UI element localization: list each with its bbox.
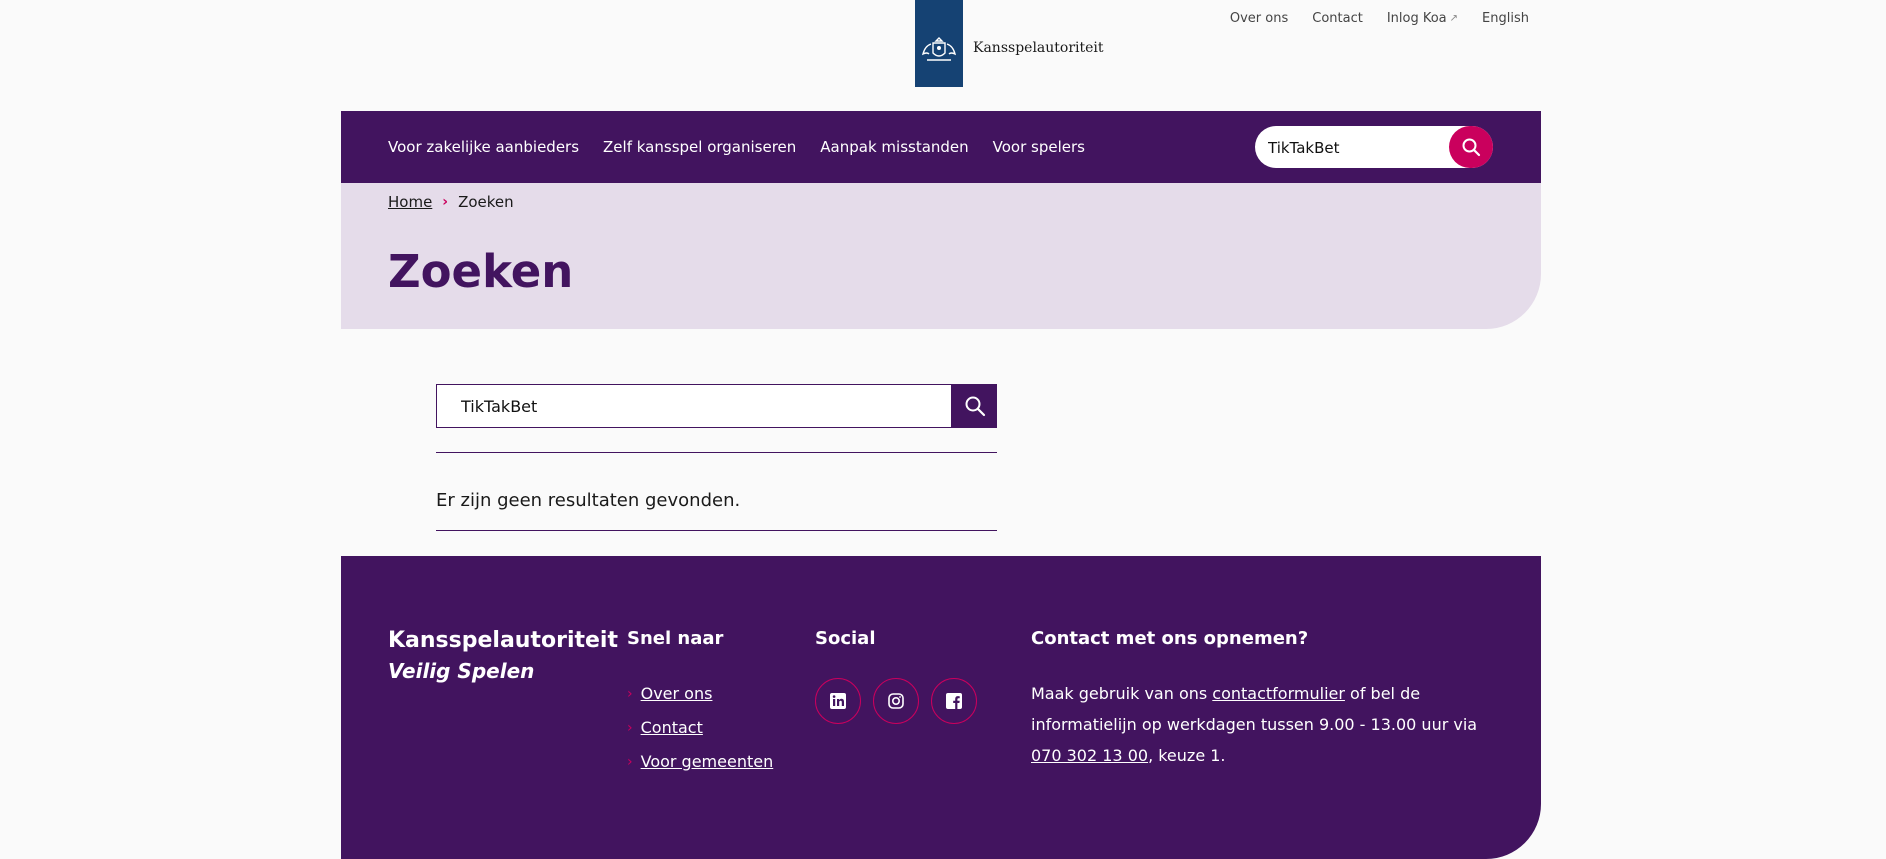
breadcrumb-current: Zoeken (458, 193, 514, 211)
footer-contact-text: Maak gebruik van ons contactformulier of… (1031, 678, 1511, 771)
list-item: › Over ons (627, 684, 773, 703)
footer-link-over-ons[interactable]: Over ons (641, 684, 713, 703)
facebook-link[interactable] (931, 678, 977, 724)
social-links (815, 678, 977, 724)
nav-item-zelf-kansspel[interactable]: Zelf kansspel organiseren (603, 138, 796, 156)
service-link-over-ons[interactable]: Over ons (1230, 11, 1288, 26)
footer-link-voor-gemeenten[interactable]: Voor gemeenten (641, 752, 774, 771)
logo[interactable] (915, 0, 963, 87)
service-link-inlog-koa[interactable]: Inlog Koa ↗ (1387, 11, 1458, 26)
page-title: Zoeken (388, 245, 574, 298)
footer-contact-title: Contact met ons opnemen? (1031, 628, 1309, 649)
contact-form-link[interactable]: contactformulier (1212, 684, 1345, 703)
inlog-koa-label: Inlog Koa (1386, 11, 1447, 26)
coat-of-arms-icon (921, 37, 957, 61)
footer-brand-name: Kansspelautoriteit (388, 628, 618, 653)
search-button[interactable] (952, 384, 997, 428)
external-link-icon: ↗ (1449, 13, 1459, 24)
search-input[interactable] (436, 384, 952, 428)
footer-link-contact[interactable]: Contact (641, 718, 703, 737)
list-item: › Voor gemeenten (627, 752, 773, 771)
instagram-icon (888, 693, 904, 709)
search-icon (1462, 138, 1481, 157)
footer-brand: Kansspelautoriteit Veilig Spelen (388, 628, 618, 683)
top-bar: Kansspelautoriteit Over ons Contact Inlo… (0, 0, 1886, 110)
breadcrumb-home[interactable]: Home (388, 193, 432, 211)
facebook-icon (946, 693, 962, 709)
chevron-right-icon: › (627, 719, 633, 736)
search-form (436, 384, 997, 428)
nav-item-zakelijke-aanbieders[interactable]: Voor zakelijke aanbieders (388, 138, 579, 156)
contact-phone-link[interactable]: 070 302 13 00 (1031, 746, 1148, 765)
main-nav-items: Voor zakelijke aanbieders Zelf kansspel … (388, 111, 1085, 183)
linkedin-link[interactable] (815, 678, 861, 724)
service-link-english[interactable]: English (1482, 11, 1529, 26)
breadcrumb: Home › Zoeken (388, 193, 514, 211)
divider (436, 530, 997, 531)
nav-item-voor-spelers[interactable]: Voor spelers (993, 138, 1085, 156)
instagram-link[interactable] (873, 678, 919, 724)
logo-text: Kansspelautoriteit (973, 40, 1104, 56)
list-item: › Contact (627, 718, 773, 737)
linkedin-icon (830, 693, 846, 709)
footer-social-title: Social (815, 628, 876, 649)
contact-text-part: Maak gebruik van ons (1031, 684, 1213, 703)
search-icon (965, 396, 985, 417)
nav-search-input[interactable] (1266, 126, 1445, 170)
chevron-right-icon: › (442, 194, 449, 210)
service-nav: Over ons Contact Inlog Koa ↗ English (1230, 11, 1529, 26)
nav-item-aanpak-misstanden[interactable]: Aanpak misstanden (820, 138, 968, 156)
no-results-message: Er zijn geen resultaten gevonden. (436, 490, 741, 511)
footer: Kansspelautoriteit Veilig Spelen Snel na… (341, 556, 1541, 859)
divider (436, 452, 997, 453)
footer-brand-tagline: Veilig Spelen (388, 659, 535, 683)
nav-search-button[interactable] (1449, 126, 1493, 168)
service-link-contact[interactable]: Contact (1312, 11, 1363, 26)
footer-quick-links: › Over ons › Contact › Voor gemeenten (627, 684, 773, 786)
page-header: Home › Zoeken Zoeken (341, 183, 1541, 329)
footer-quick-title: Snel naar (627, 628, 724, 649)
contact-text-part: , keuze 1. (1148, 746, 1226, 765)
nav-search-box (1255, 126, 1493, 170)
chevron-right-icon: › (627, 685, 633, 702)
chevron-right-icon: › (627, 753, 633, 770)
main-navigation: Voor zakelijke aanbieders Zelf kansspel … (341, 111, 1541, 183)
